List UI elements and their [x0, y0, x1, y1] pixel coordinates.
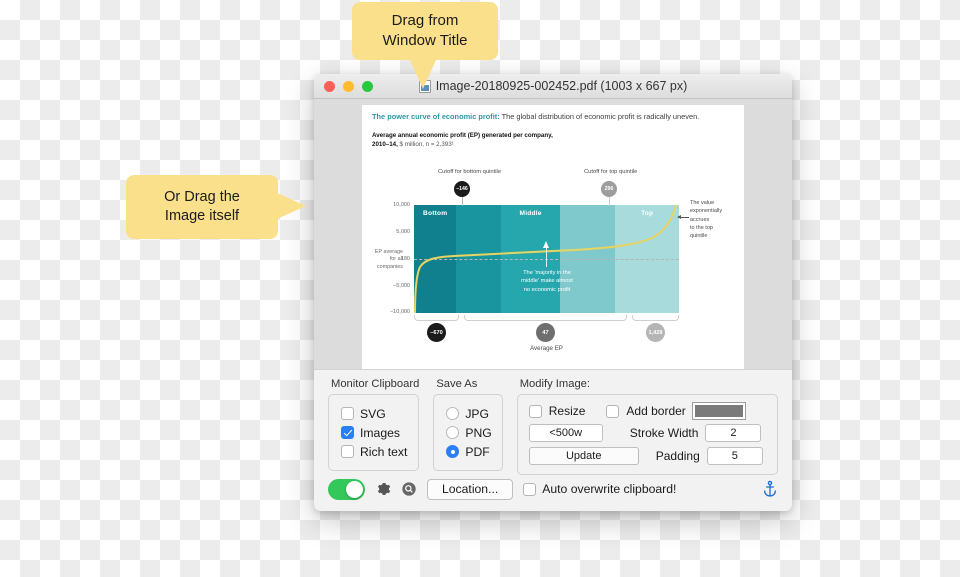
figure-subtitle-rest: $ million, n = 2,393¹	[397, 140, 454, 148]
rich-text-label: Rich text	[360, 444, 408, 459]
checkbox-row-svg[interactable]: SVG	[341, 404, 408, 423]
location-button[interactable]: Location...	[427, 478, 514, 500]
controls-panel: Monitor Clipboard SVG Images Rich text S…	[314, 369, 792, 511]
bottom-toolbar: Location... Auto overwrite clipboard!	[314, 467, 792, 511]
figure-subtitle: Average annual economic profit (EP) gene…	[372, 132, 734, 150]
radio-row-pdf[interactable]: PDF	[446, 442, 491, 461]
ytick-5000: 5,000	[396, 229, 410, 235]
callout-drag-the-image: Or Drag the Image itself	[126, 175, 278, 240]
callout-drag-from-window-title: Drag from Window Title	[352, 2, 498, 60]
png-radio[interactable]	[446, 426, 460, 439]
add-border-label: Add border	[626, 404, 686, 418]
right-annotation-text: The value exponentially accrues to the top q…	[690, 200, 723, 239]
figure-subtitle-line1: Average annual economic profit (EP) gene…	[372, 131, 553, 139]
figure-headline-highlight: The power curve of economic profit:	[372, 112, 500, 121]
modify-row-2: <500w Stroke Width 2	[528, 424, 767, 442]
pdf-label: PDF	[465, 444, 490, 459]
window-titlebar[interactable]: Image-20180925-002452.pdf (1003 x 667 px…	[314, 74, 792, 99]
monitor-clipboard-title: Monitor Clipboard	[331, 378, 420, 390]
right-annotation-arrow	[677, 215, 689, 219]
callout-title-line2: Window Title	[382, 31, 468, 49]
auto-overwrite-checkbox[interactable]	[523, 482, 537, 496]
avg-marker-bottom: –670	[427, 323, 446, 342]
ytick-neg5000: –5,000	[393, 283, 410, 289]
jpg-label: JPG	[465, 406, 490, 421]
callout-image-tail	[277, 193, 306, 219]
resize-value-input[interactable]: <500w	[528, 424, 603, 442]
images-label: Images	[360, 425, 400, 440]
stroke-width-input[interactable]: 2	[705, 424, 762, 442]
png-label: PNG	[465, 425, 492, 440]
cutoff-top-quintile-label: Cutoff for top quintile	[584, 169, 638, 175]
magnifier-icon[interactable]	[401, 481, 417, 497]
traffic-light-group	[314, 80, 373, 92]
anchor-icon[interactable]	[762, 480, 778, 498]
cutoff-top-marker: 296	[601, 181, 617, 197]
figure-subtitle-years: 2010–14,	[372, 140, 398, 148]
modify-row-3: Update Padding 5	[528, 447, 767, 465]
radio-row-png[interactable]: PNG	[446, 423, 492, 442]
pdf-radio[interactable]	[446, 445, 460, 458]
bracket-middle	[464, 315, 627, 321]
monitor-clipboard-box: SVG Images Rich text	[328, 394, 420, 471]
svg-checkbox[interactable]	[341, 407, 354, 420]
callout-image-line2: Image itself	[164, 208, 240, 225]
padding-label: Padding	[655, 449, 700, 463]
chart-x-axis-label: Average EP	[530, 345, 563, 352]
figure-headline: The power curve of economic profit: The …	[372, 112, 734, 123]
close-window-button[interactable]	[324, 80, 335, 92]
padding-input[interactable]: 5	[706, 447, 763, 465]
modify-image-title: Modify Image:	[519, 378, 590, 390]
images-checkbox[interactable]	[341, 426, 354, 439]
window-title-group: Image-20180925-002452.pdf (1003 x 667 px…	[314, 74, 792, 98]
middle-annotation-text: The 'majority in the middle' make almost n…	[521, 270, 573, 293]
avg-marker-middle: 47	[536, 323, 555, 342]
window-title: Image-20180925-002452.pdf (1003 x 667 px…	[435, 79, 688, 93]
auto-overwrite-label: Auto overwrite clipboard!	[542, 482, 677, 496]
document-page[interactable]: The power curve of economic profit: The …	[362, 105, 744, 369]
power-curve-chart: Cutoff for bottom quintile Cutoff for to…	[372, 167, 734, 369]
document-preview-area[interactable]: The power curve of economic profit: The …	[314, 99, 792, 369]
modify-row-1: Resize Add border	[528, 402, 767, 420]
figure-headline-rest: The global distribution of economic prof…	[499, 112, 700, 121]
cutoff-bottom-quintile-label: Cutoff for bottom quintile	[438, 169, 502, 175]
bracket-bottom-quintile	[414, 315, 459, 321]
stroke-width-label: Stroke Width	[629, 426, 699, 440]
ep-average-reference-label: EP average for all companies	[374, 249, 403, 270]
radio-row-jpg[interactable]: JPG	[446, 404, 491, 423]
control-groups-row: Monitor Clipboard SVG Images Rich text S…	[328, 378, 778, 475]
resize-checkbox[interactable]	[528, 404, 542, 418]
save-as-group: Save As JPG PNG PDF	[433, 378, 503, 475]
checkbox-row-images[interactable]: Images	[341, 423, 408, 442]
app-window: Image-20180925-002452.pdf (1003 x 667 px…	[314, 74, 792, 511]
cutoff-bottom-marker: –146	[454, 181, 470, 197]
bracket-top-quintile	[632, 315, 679, 321]
monitor-clipboard-group: Monitor Clipboard SVG Images Rich text	[328, 378, 420, 475]
add-border-checkbox[interactable]	[606, 404, 620, 418]
resize-label: Resize	[548, 404, 586, 418]
modify-image-box: Resize Add border <500w Stroke Width 2 U…	[516, 394, 778, 475]
checkbox-row-rich-text[interactable]: Rich text	[341, 442, 408, 461]
power-toggle[interactable]	[328, 478, 365, 500]
auto-overwrite-row[interactable]: Auto overwrite clipboard!	[523, 482, 676, 496]
border-color-swatch[interactable]	[691, 402, 746, 420]
rich-text-checkbox[interactable]	[341, 445, 354, 458]
chart-plot-area: 10,000 5,000 180 –5,000 –10,000 EP avera…	[375, 202, 679, 315]
svg-label: SVG	[360, 406, 386, 421]
save-as-title: Save As	[436, 378, 478, 390]
minimize-window-button[interactable]	[343, 80, 354, 92]
jpg-radio[interactable]	[446, 407, 460, 420]
callout-title-line1: Drag from	[391, 12, 459, 29]
avg-marker-top: 1,428	[646, 323, 665, 342]
maximize-window-button[interactable]	[362, 80, 373, 92]
ytick-neg10000: –10,000	[390, 309, 410, 315]
update-button[interactable]: Update	[528, 447, 639, 465]
modify-image-group: Modify Image: Resize Add border <500w St…	[516, 378, 778, 475]
callout-image-line1: Or Drag the	[164, 189, 240, 205]
ytick-10000: 10,000	[393, 202, 410, 208]
save-as-box: JPG PNG PDF	[433, 394, 503, 471]
gear-icon[interactable]	[375, 481, 391, 497]
